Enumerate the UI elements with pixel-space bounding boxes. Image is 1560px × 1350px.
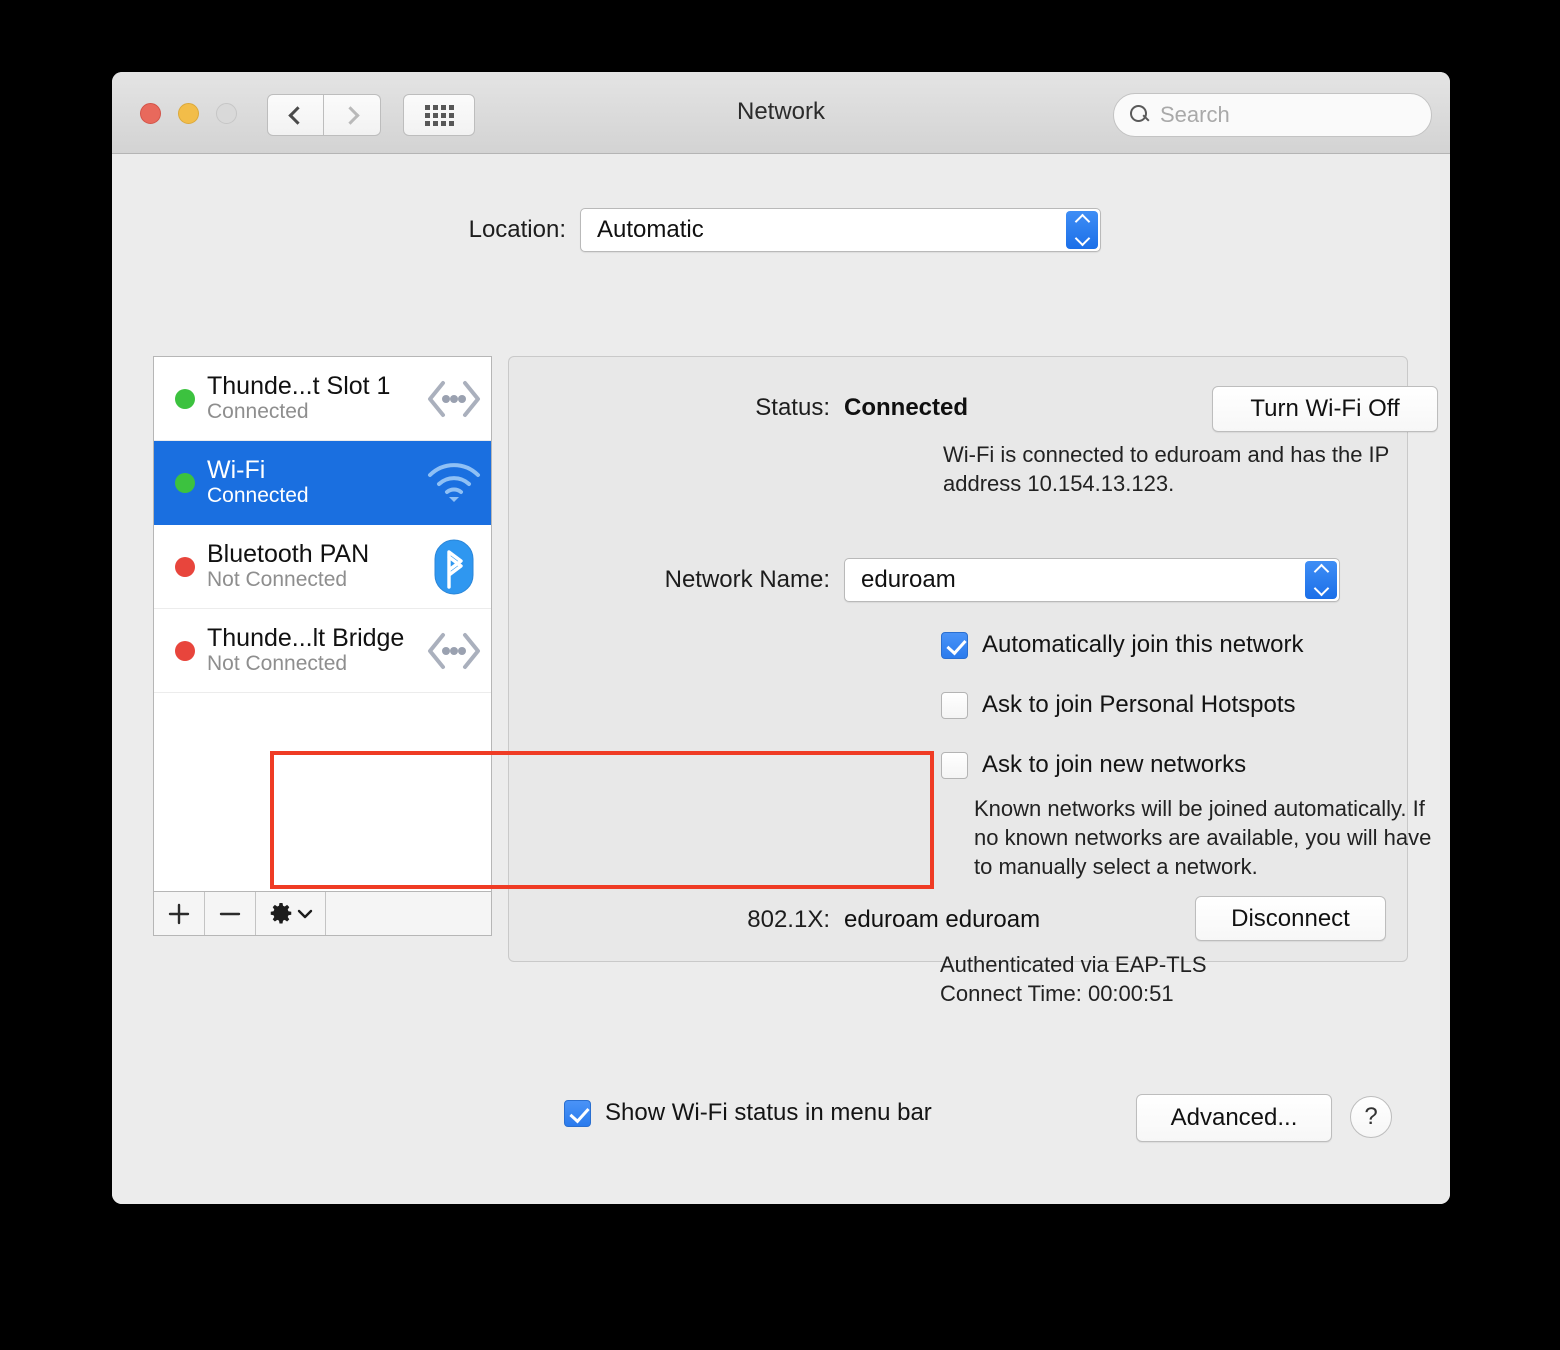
interface-row-wifi[interactable]: Wi-Fi Connected (154, 441, 491, 525)
eap-auth-line: Authenticated via EAP-TLS (940, 952, 1207, 977)
chevron-down-icon (297, 909, 313, 918)
interface-row-bluetooth-pan[interactable]: Bluetooth PAN Not Connected (154, 525, 491, 609)
ask-hotspots-checkbox[interactable] (941, 692, 968, 719)
turn-wifi-off-button[interactable]: Turn Wi-Fi Off (1212, 386, 1438, 432)
gear-icon (270, 902, 292, 923)
wifi-icon (423, 461, 485, 505)
interface-row-thunderbolt-slot-1[interactable]: Thunde...t Slot 1 Connected (154, 357, 491, 441)
auto-join-checkbox[interactable] (941, 632, 968, 659)
disconnect-button[interactable]: Disconnect (1195, 896, 1386, 941)
ask-hotspots-checkbox-row[interactable]: Ask to join Personal Hotspots (941, 692, 1296, 719)
status-led-green (175, 472, 195, 493)
location-dropdown[interactable]: Automatic (580, 208, 1101, 252)
ask-new-networks-label: Ask to join new networks (982, 751, 1247, 778)
interface-name: Thunde...lt Bridge (207, 624, 405, 653)
network-preferences-window: Network Location: Automatic Thunde...t S… (112, 72, 1450, 1204)
network-name-dropdown[interactable]: eduroam (844, 558, 1340, 602)
search-input[interactable] (1160, 102, 1400, 128)
window-body: Location: Automatic Thunde...t Slot 1 Co… (112, 154, 1450, 1204)
eap-label: 802.1X: (747, 906, 830, 933)
thunderbolt-icon (423, 379, 485, 419)
network-name-stepper-icon[interactable] (1305, 561, 1337, 599)
interface-row-thunderbolt-bridge[interactable]: Thunde...lt Bridge Not Connected (154, 609, 491, 693)
search-icon (1130, 105, 1150, 125)
interface-name: Wi-Fi (207, 456, 266, 485)
status-led-red (175, 556, 195, 577)
network-name-label: Network Name: (664, 566, 830, 593)
toolbar-filler (326, 892, 491, 935)
eap-value: eduroam eduroam (844, 906, 1041, 933)
interface-status: Not Connected (207, 652, 348, 676)
status-led-red (175, 640, 195, 661)
join-note: Known networks will be joined automatica… (974, 796, 1432, 880)
interface-status: Not Connected (207, 568, 348, 592)
interface-name: Thunde...t Slot 1 (207, 372, 391, 401)
auto-join-label: Automatically join this network (982, 631, 1304, 658)
status-led-green (175, 388, 195, 409)
interface-status: Connected (207, 484, 309, 508)
add-interface-button[interactable] (154, 892, 205, 935)
plus-icon (168, 903, 190, 924)
ask-new-networks-checkbox[interactable] (941, 752, 968, 779)
help-button[interactable]: ? (1350, 1096, 1392, 1138)
show-menu-bar-checkbox[interactable] (564, 1100, 591, 1127)
ask-hotspots-label: Ask to join Personal Hotspots (982, 691, 1296, 718)
interface-list-toolbar (153, 892, 492, 936)
interface-name: Bluetooth PAN (207, 540, 370, 569)
location-stepper-icon[interactable] (1066, 211, 1098, 249)
network-name-value: eduroam (861, 566, 956, 593)
interface-status: Connected (207, 400, 309, 424)
show-menu-bar-checkbox-row[interactable]: Show Wi-Fi status in menu bar (564, 1100, 932, 1127)
search-field[interactable] (1113, 93, 1432, 137)
status-value: Connected (844, 394, 969, 421)
advanced-button[interactable]: Advanced... (1136, 1094, 1332, 1142)
interface-actions-button[interactable] (256, 892, 326, 935)
location-row: Location: Automatic (112, 208, 1450, 252)
thunderbolt-icon (423, 631, 485, 671)
minus-icon (219, 912, 241, 915)
location-label: Location: (468, 216, 566, 243)
show-menu-bar-label: Show Wi-Fi status in menu bar (605, 1099, 932, 1126)
location-value: Automatic (597, 216, 704, 243)
remove-interface-button[interactable] (205, 892, 256, 935)
ask-new-networks-checkbox-row[interactable]: Ask to join new networks (941, 752, 1246, 779)
bluetooth-icon (423, 538, 485, 596)
status-description: Wi-Fi is connected to eduroam and has th… (943, 442, 1389, 497)
window-titlebar: Network (112, 72, 1450, 154)
status-label: Status: (755, 394, 830, 421)
eap-highlight-box (270, 751, 934, 889)
auto-join-checkbox-row[interactable]: Automatically join this network (941, 632, 1303, 659)
eap-connect-time: Connect Time: 00:00:51 (940, 981, 1174, 1006)
network-name-row: Network Name: eduroam (508, 558, 1408, 602)
